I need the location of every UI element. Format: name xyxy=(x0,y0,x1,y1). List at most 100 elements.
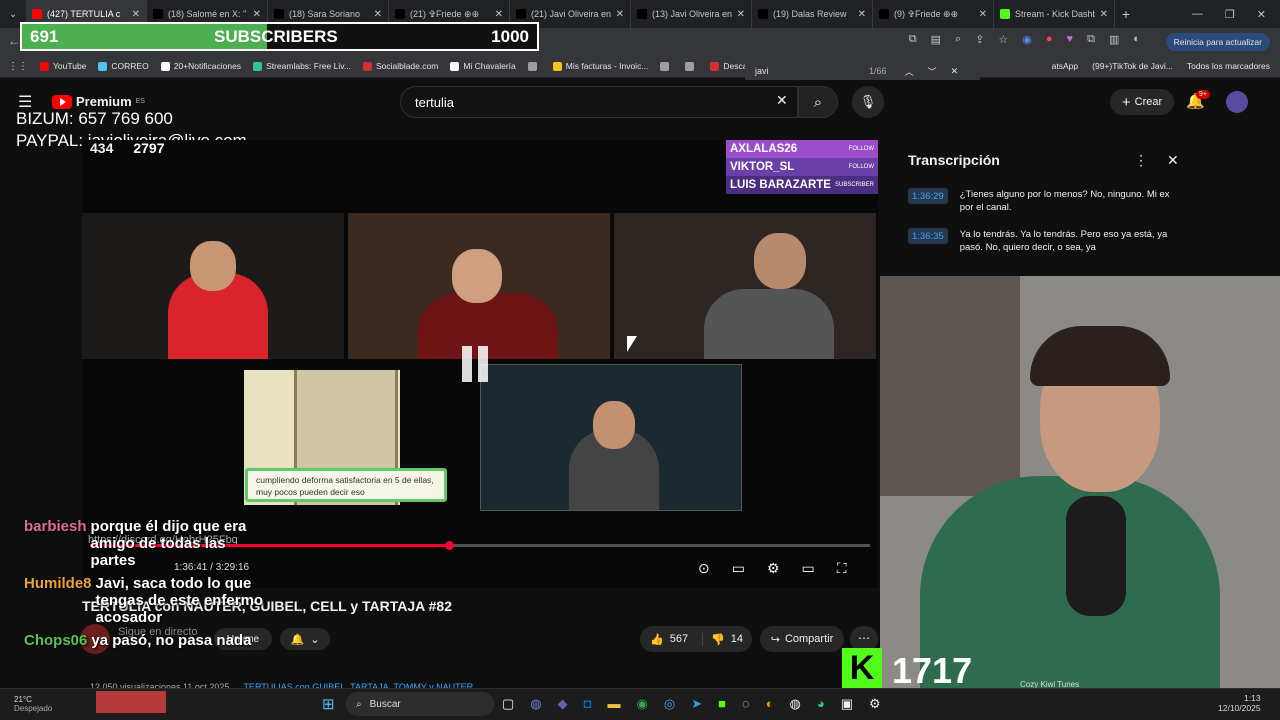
find-next-icon[interactable]: ﹀ xyxy=(928,65,937,78)
fullscreen-icon[interactable]: ⛶ xyxy=(837,560,847,577)
stream-event-tag: FOLLOW xyxy=(848,164,874,170)
tab-close-icon[interactable]: ✕ xyxy=(737,9,745,20)
find-input[interactable]: javi xyxy=(755,66,865,76)
update-button[interactable]: Reinicia para actualizar xyxy=(1165,33,1270,51)
browser-tab[interactable]: Stream - Kick Dashb ✕ xyxy=(994,0,1115,28)
youtube-ext-icon[interactable]: ● xyxy=(1046,33,1053,46)
tab-close-icon[interactable]: ✕ xyxy=(979,9,987,20)
create-button[interactable]: + Crear xyxy=(1110,89,1174,115)
discord-icon[interactable]: ◍ xyxy=(530,696,541,712)
back-icon[interactable]: ← xyxy=(8,34,20,48)
transcript-menu-icon[interactable]: ⋮ xyxy=(1134,152,1148,169)
profile-icon[interactable]: ◐ xyxy=(1133,33,1140,46)
find-close-icon[interactable]: ✕ xyxy=(951,66,959,77)
tab-close-icon[interactable]: ✕ xyxy=(132,9,140,20)
tab-favicon-icon xyxy=(637,9,647,19)
bookmark-item[interactable]: Mis facturas - Invoic... xyxy=(552,61,648,71)
tab-favicon-icon xyxy=(879,9,889,19)
bookmark-item[interactable]: Socialblade.com xyxy=(362,61,438,71)
cast-icon[interactable]: ⧉ xyxy=(909,33,917,46)
search-button[interactable]: ⌕ xyxy=(798,86,838,118)
transcript-entry[interactable]: 1:36:35 Ya lo tendrás. Ya lo tendrás. Per… xyxy=(908,228,1178,254)
tab-close-icon[interactable]: ✕ xyxy=(253,9,261,20)
tab-title: (19) Dalas Review xyxy=(773,9,847,19)
start-windows-icon[interactable]: ⊞ xyxy=(322,695,335,713)
weather-widget[interactable]: 21°C Despejado xyxy=(14,695,52,713)
dislike-button[interactable]: 👎 14 xyxy=(702,632,743,646)
tab-close-icon[interactable]: ✕ xyxy=(374,9,382,20)
autoplay-toggle[interactable]: ⊙ xyxy=(698,560,710,577)
app2-icon[interactable]: ◍ xyxy=(790,696,801,712)
apps-icon[interactable]: ⋮⋮ xyxy=(8,61,28,72)
tab-close-icon[interactable]: ✕ xyxy=(858,9,866,20)
avatar[interactable] xyxy=(1226,91,1248,113)
bookmark-item[interactable]: (99+)TikTok de Javi... xyxy=(1092,61,1173,71)
kick-count: 1717 xyxy=(892,650,973,691)
extensions-icon[interactable]: ⧉ xyxy=(1087,33,1095,46)
bookmark-item[interactable]: Mi Chavalería xyxy=(450,61,516,71)
share-icon[interactable]: ⇪ xyxy=(975,33,984,46)
browser-tab[interactable]: (9) ✞Friede ⊕⊕ ✕ xyxy=(873,0,994,28)
share-button[interactable]: ↪ Compartir xyxy=(760,626,844,652)
viewer-count-youtube: 2797 xyxy=(133,140,165,156)
teams-icon[interactable]: ◆ xyxy=(558,696,568,712)
edge-icon[interactable]: ◎ xyxy=(664,696,675,712)
stream-event-list: AXLALAS26 FOLLOW VIKTOR_SL FOLLOW LUIS BARAZ… xyxy=(726,140,878,194)
settings-gear-icon[interactable]: ⚙ xyxy=(767,560,780,577)
tab-search-icon[interactable]: ⌄ xyxy=(0,9,26,20)
chrome-icon[interactable]: ◉ xyxy=(637,696,648,712)
transcript-entry[interactable]: 1:36:29 ¿Tienes alguno por lo menos? No, … xyxy=(908,188,1178,214)
bookmark-star-icon[interactable]: ☆ xyxy=(998,33,1008,46)
bookmark-item[interactable]: atsApp xyxy=(1052,61,1078,71)
bookmark-item[interactable] xyxy=(660,61,673,71)
task-view-icon[interactable]: ▢ xyxy=(502,696,514,712)
browser-tab[interactable]: (13) Javi Oliveira en X ✕ xyxy=(631,0,752,28)
transcript-timestamp[interactable]: 1:36:29 xyxy=(908,188,948,204)
extension-icon[interactable]: ◉ xyxy=(1022,33,1032,46)
region-label: ES xyxy=(135,98,145,105)
voice-search-button[interactable]: 🎙 xyxy=(852,86,884,118)
clear-search-icon[interactable]: ✕ xyxy=(776,92,788,109)
search-input[interactable]: tertulia xyxy=(400,86,798,118)
new-tab-button[interactable]: + xyxy=(1115,6,1137,22)
outlook-icon[interactable]: ◘ xyxy=(584,696,592,712)
bookmark-item[interactable]: CORREO xyxy=(98,61,149,71)
kick-app-icon[interactable]: ■ xyxy=(718,696,726,712)
settings-gear-icon[interactable]: ⚙ xyxy=(869,696,881,712)
bookmark-item[interactable] xyxy=(685,61,698,71)
heart-ext-icon[interactable]: ♥ xyxy=(1067,33,1074,46)
zoom-icon[interactable]: ⌕ xyxy=(955,33,961,46)
explorer-icon[interactable]: ▬ xyxy=(608,696,621,712)
app-icon[interactable]: ◐ xyxy=(766,696,774,712)
transcript-close-icon[interactable]: ✕ xyxy=(1167,152,1179,169)
browser-tab[interactable]: (19) Dalas Review ✕ xyxy=(752,0,873,28)
bookmark-item[interactable]: YouTube xyxy=(40,61,86,71)
telegram-icon[interactable]: ➤ xyxy=(691,696,702,712)
bookmark-item[interactable]: Streamlabs: Free Liv... xyxy=(253,61,351,71)
tab-close-icon[interactable]: ✕ xyxy=(495,9,503,20)
bookmark-item[interactable]: Todos los marcadores xyxy=(1187,61,1270,71)
pause-icon[interactable] xyxy=(462,346,488,382)
app3-icon[interactable]: ▣ xyxy=(841,696,853,712)
chevron-down-icon: ⌄ xyxy=(310,633,320,646)
like-button[interactable]: 👍 567 xyxy=(640,633,702,646)
obs-icon[interactable]: ◌ xyxy=(742,696,750,712)
transcript-timestamp[interactable]: 1:36:35 xyxy=(908,228,948,244)
whatsapp-icon[interactable]: ◕ xyxy=(817,696,825,712)
find-prev-icon[interactable]: ︿ xyxy=(905,65,914,78)
minimize-icon[interactable]: — xyxy=(1192,8,1203,21)
theater-icon[interactable]: ▭ xyxy=(802,560,815,577)
tab-close-icon[interactable]: ✕ xyxy=(616,9,624,20)
subtitles-icon[interactable]: ▭ xyxy=(732,560,745,577)
youtube-logo[interactable]: Premium ES xyxy=(52,94,145,109)
bookmark-item[interactable] xyxy=(527,61,541,71)
taskbar-search[interactable]: ⌕ Buscar xyxy=(346,692,494,716)
restore-icon[interactable]: ❐ xyxy=(1225,8,1235,21)
tab-close-icon[interactable]: ✕ xyxy=(1100,9,1108,20)
close-window-icon[interactable]: ✕ xyxy=(1257,8,1266,21)
clock[interactable]: 1:13 12/10/2025 xyxy=(1218,693,1261,713)
sidepanel-icon[interactable]: ▥ xyxy=(1109,33,1119,46)
reader-icon[interactable]: ▤ xyxy=(931,33,941,46)
bookmark-item[interactable]: 20+Notificaciones xyxy=(160,61,241,71)
transcript-panel: Transcripción ⋮ ✕ 1:36:29 ¿Tienes alguno … xyxy=(896,140,1196,276)
